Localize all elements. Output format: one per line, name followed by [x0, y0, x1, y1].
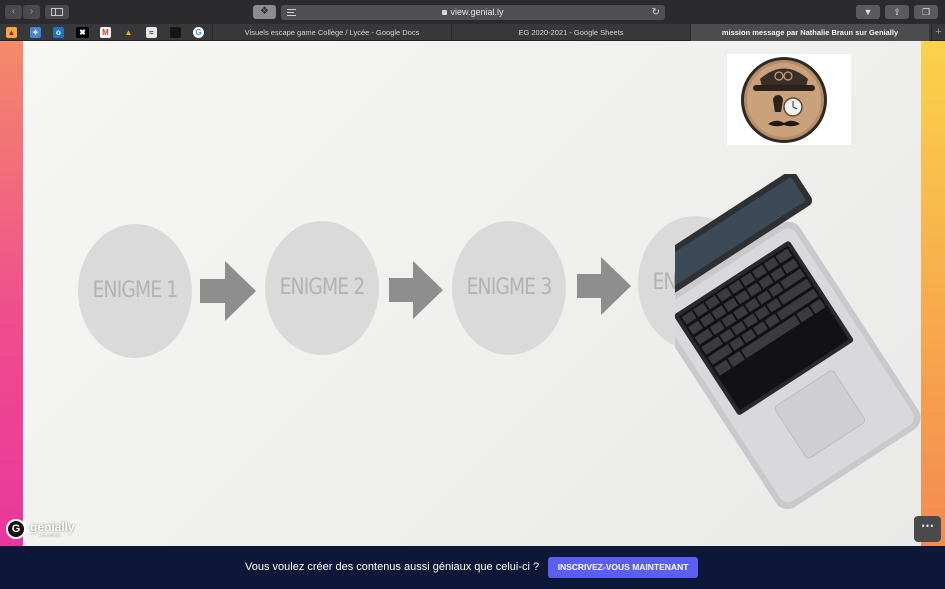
- tab-label: mission message par Nathalie Braun sur G…: [721, 28, 899, 37]
- step-circle-2[interactable]: ENIGME 2: [265, 221, 379, 355]
- laptop-image: [675, 174, 921, 510]
- genially-tagline: education: [39, 533, 61, 539]
- slide: ENIGME 1 ENIGME 2 ENIGME 3 ENIGME 4: [23, 41, 921, 546]
- tabs-overview-button[interactable]: ❐: [914, 5, 938, 19]
- sidebar-toggle-button[interactable]: [45, 5, 69, 19]
- more-options-button[interactable]: ⋯: [914, 516, 941, 542]
- step-circle-1[interactable]: ENIGME 1: [78, 224, 192, 358]
- tab-genially[interactable]: mission message par Nathalie Braun sur G…: [690, 24, 929, 41]
- download-icon: ▼: [863, 7, 873, 17]
- forward-button[interactable]: ›: [23, 5, 40, 19]
- gradient-border-left: [0, 41, 23, 546]
- photos-icon[interactable]: ≈: [146, 27, 157, 38]
- downloads-button[interactable]: ▼: [856, 5, 880, 19]
- reload-icon[interactable]: ↻: [652, 5, 660, 20]
- step-circle-3[interactable]: ENIGME 3: [452, 221, 566, 355]
- gradient-border-right: [921, 41, 945, 546]
- signup-button[interactable]: INSCRIVEZ-VOUS MAINTENANT: [548, 557, 698, 578]
- outlook-icon[interactable]: o: [53, 27, 64, 38]
- tab-google-docs[interactable]: Visuels escape game Collège / Lycée - Go…: [212, 24, 451, 41]
- dark-icon[interactable]: [170, 27, 181, 38]
- gmail-icon[interactable]: M: [100, 27, 111, 38]
- reader-icon[interactable]: [287, 9, 296, 16]
- tag-button[interactable]: ❖: [253, 5, 276, 19]
- steampunk-avatar-icon: [741, 57, 827, 143]
- bookmark-icon[interactable]: ▲: [6, 27, 17, 38]
- new-tab-button[interactable]: +: [931, 24, 945, 41]
- signup-banner: Vous voulez créer des contenus aussi gén…: [0, 546, 945, 589]
- genially-g-icon: G: [6, 519, 26, 539]
- arrow-right-icon: [577, 257, 631, 315]
- arrow-right-icon: [389, 261, 443, 319]
- xfinity-icon[interactable]: ✖: [76, 27, 89, 38]
- share-icon: ⇧: [893, 7, 901, 17]
- url-text: view.genial.ly: [450, 7, 504, 17]
- genially-viewer: ENIGME 1 ENIGME 2 ENIGME 3 ENIGME 4: [0, 41, 945, 546]
- tab-bar: ▲ ✦ o ✖ M ▲ ≈ G Visuels escape game Coll…: [0, 24, 945, 41]
- banner-text: Vous voulez créer des contenus aussi gén…: [245, 561, 540, 573]
- tag-icon: ❖: [260, 6, 269, 17]
- tabs-icon: ❐: [921, 7, 931, 17]
- browser-toolbar: ‹ › ❖ view.genial.ly ↻ ▼ ⇧ ❐: [0, 0, 945, 24]
- back-button[interactable]: ‹: [5, 5, 22, 19]
- address-bar[interactable]: view.genial.ly ↻: [281, 5, 665, 20]
- lock-icon: [442, 10, 448, 15]
- twitter-icon[interactable]: ✦: [30, 27, 41, 38]
- google-drive-icon[interactable]: ▲: [123, 27, 134, 38]
- genially-wordmark: genially: [30, 520, 75, 534]
- sidebar-icon: [51, 8, 63, 16]
- tab-label: Visuels escape game Collège / Lycée - Go…: [244, 28, 420, 37]
- ellipsis-icon: ⋯: [921, 518, 934, 533]
- tab-google-sheets[interactable]: EG 2020-2021 - Google Sheets: [451, 24, 690, 41]
- arrow-right-icon: [200, 261, 256, 321]
- share-button[interactable]: ⇧: [885, 5, 909, 19]
- google-icon[interactable]: G: [193, 27, 204, 38]
- tab-label: EG 2020-2021 - Google Sheets: [518, 28, 624, 37]
- logo-card: [727, 54, 851, 145]
